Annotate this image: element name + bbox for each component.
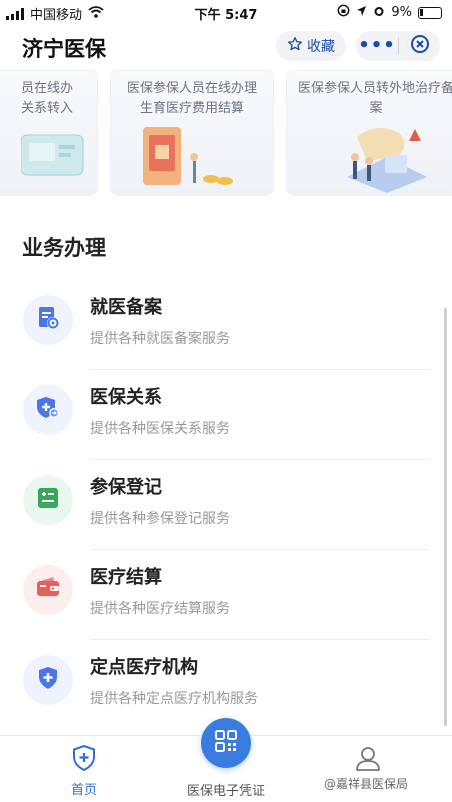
service-name: 参保登记 — [90, 477, 162, 498]
document-settings-icon — [35, 305, 61, 335]
tab-home[interactable]: 首页 — [52, 744, 116, 798]
medical-shield-icon — [35, 395, 61, 425]
section-title: 业务办理 — [22, 236, 106, 260]
list-item[interactable]: 参保登记 提供各种参保登记服务 — [0, 460, 452, 550]
favorite-label: 收藏 — [307, 39, 335, 55]
service-name: 医疗结算 — [90, 567, 162, 588]
tab-e-credential-label: 医保电子凭证 — [186, 784, 265, 799]
watermark-text: @嘉祥县医保局 — [324, 777, 409, 791]
service-desc: 提供各种参保登记服务 — [90, 511, 230, 527]
service-desc: 提供各种定点医疗机构服务 — [90, 691, 258, 707]
tab-profile[interactable] — [346, 744, 390, 776]
close-circle-icon — [410, 34, 430, 58]
travel-illustration-icon — [347, 127, 427, 193]
banner-card[interactable]: 员在线办 关系转入 — [0, 70, 98, 196]
wallet-icon — [35, 575, 61, 605]
list-item[interactable]: 就医备案 提供各种就医备案服务 — [0, 280, 452, 370]
battery-percent: 9% — [391, 5, 412, 20]
lock-rotation-icon — [337, 4, 350, 21]
list-item[interactable]: 医疗结算 提供各种医疗结算服务 — [0, 550, 452, 640]
hospital-shield-icon — [35, 665, 61, 695]
user-profile-icon — [354, 744, 382, 776]
home-shield-icon — [71, 744, 97, 776]
app-header: 济宁医保 收藏 ••• — [0, 24, 452, 70]
service-name: 定点医疗机构 — [90, 657, 198, 678]
close-miniapp-button[interactable] — [399, 34, 440, 58]
payment-illustration-icon — [143, 127, 233, 185]
star-icon — [287, 36, 303, 56]
service-name: 医保关系 — [90, 387, 162, 408]
service-name: 就医备案 — [90, 297, 162, 318]
status-bar: 中国移动 下午 5:47 9% — [0, 0, 452, 24]
page-title: 济宁医保 — [22, 37, 106, 61]
banner-card[interactable]: 医保参保人员在线办理生育医疗费用结算 — [110, 70, 274, 196]
tab-home-label: 首页 — [70, 783, 97, 798]
icon-circle — [23, 295, 73, 345]
list-item[interactable]: 医保关系 提供各种医保关系服务 — [0, 370, 452, 460]
service-desc: 提供各种医保关系服务 — [90, 421, 230, 437]
service-desc: 提供各种医疗结算服务 — [90, 601, 230, 617]
list-item[interactable]: 定点医疗机构 提供各种定点医疗机构服务 — [0, 640, 452, 730]
battery-icon — [418, 6, 442, 19]
location-icon — [356, 5, 367, 21]
icon-circle — [23, 565, 73, 615]
alarm-icon — [373, 5, 385, 21]
registration-card-icon — [35, 485, 61, 515]
banner-card[interactable]: 医保参保人员转外地治疗备案 — [286, 70, 452, 196]
banner-text: 员在线办 关系转入 — [21, 81, 74, 116]
tab-e-credential[interactable]: 医保电子凭证 — [166, 718, 286, 799]
more-menu-button[interactable]: ••• — [356, 31, 398, 61]
service-desc: 提供各种就医备案服务 — [90, 331, 230, 347]
banner-text: 医保参保人员转外地治疗备案 — [297, 81, 452, 116]
icon-circle — [23, 475, 73, 525]
favorite-button[interactable]: 收藏 — [276, 31, 346, 61]
banner-carousel: 员在线办 关系转入 医保参保人员在线办理生育医疗费用结算 医保参保人员转外地治疗… — [0, 70, 452, 198]
service-list: 就医备案 提供各种就医备案服务 医保关系 提供各种医保关系服务 参保登记 提供各… — [0, 280, 452, 730]
qr-code-button[interactable] — [201, 718, 251, 768]
phone-illustration-icon — [21, 134, 84, 176]
qr-code-icon — [214, 729, 238, 757]
icon-circle — [23, 655, 73, 705]
banner-text: 医保参保人员在线办理生育医疗费用结算 — [126, 81, 257, 116]
scrollbar[interactable] — [444, 308, 447, 726]
miniapp-capsule: ••• — [356, 31, 440, 61]
icon-circle — [23, 385, 73, 435]
